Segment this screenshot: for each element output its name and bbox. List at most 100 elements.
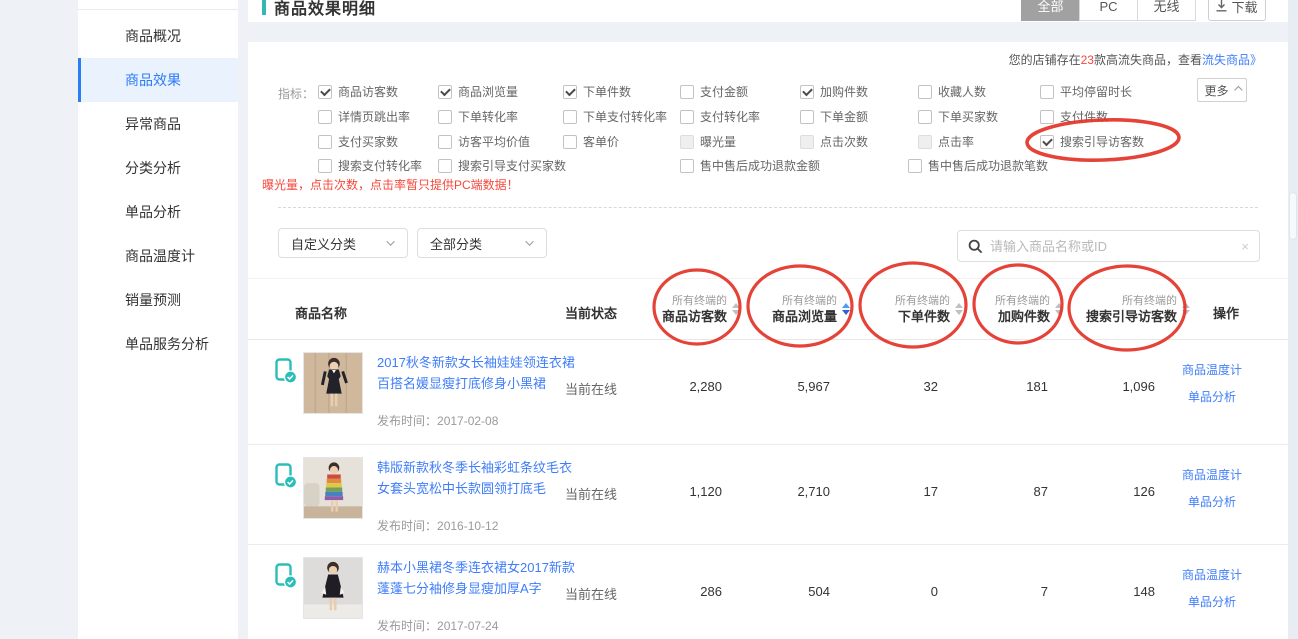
column-header-pageviews[interactable]: 所有终端的商品浏览量 xyxy=(772,293,850,325)
tab-pc[interactable]: PC xyxy=(1079,0,1138,21)
chevron-down-icon xyxy=(525,237,533,245)
metric-checkbox-item[interactable]: 曝光量 xyxy=(680,129,736,154)
product-image[interactable] xyxy=(303,457,363,519)
column-header-visitors[interactable]: 所有终端的商品访客数 xyxy=(662,293,740,325)
checkbox-icon[interactable] xyxy=(563,110,577,124)
metric-checkbox-item[interactable]: 访客平均价值 xyxy=(438,129,530,154)
all-category-select[interactable]: 全部分类 xyxy=(417,228,547,258)
checkbox-icon[interactable] xyxy=(318,110,332,124)
checkbox-icon[interactable] xyxy=(680,135,694,149)
product-image[interactable] xyxy=(303,352,363,414)
metric-checkbox-item[interactable]: 搜索引导支付买家数 xyxy=(438,153,566,178)
sidebar-item-sales-forecast[interactable]: 销量预测 xyxy=(78,278,238,322)
value-visitors: 1,120 xyxy=(632,484,722,499)
publish-date: 发布时间：2017-07-24 xyxy=(377,617,498,634)
sort-arrows-icon[interactable] xyxy=(955,303,963,315)
row-actions: 商品温度计 单品分析 xyxy=(1170,340,1254,405)
sidebar-item-product-effect[interactable]: 商品效果 xyxy=(78,58,238,102)
sidebar-item-product-thermometer[interactable]: 商品温度计 xyxy=(78,234,238,278)
download-button[interactable]: 下载 xyxy=(1208,0,1266,21)
metric-checkbox-item[interactable]: 详情页跳出率 xyxy=(318,104,410,129)
checkbox-icon[interactable] xyxy=(438,135,452,149)
sidebar-item-single-item-analysis[interactable]: 单品分析 xyxy=(78,190,238,234)
metric-checkbox-item[interactable]: 商品访客数 xyxy=(318,79,398,104)
sidebar-item-category-analysis[interactable]: 分类分析 xyxy=(78,146,238,190)
checkbox-icon[interactable] xyxy=(1040,110,1054,124)
table-row: 赫本小黑裙冬季连衣裙女2017新款蓬蓬七分袖修身显瘦加厚A字 发布时间：2017… xyxy=(248,545,1288,639)
checkbox-icon[interactable] xyxy=(918,85,932,99)
scrollbar-track[interactable] xyxy=(1288,0,1298,639)
scrollbar-thumb[interactable] xyxy=(1289,192,1297,240)
checkbox-icon[interactable] xyxy=(680,85,694,99)
checkbox-icon[interactable] xyxy=(438,85,452,99)
publish-date: 发布时间：2017-02-08 xyxy=(377,412,498,429)
tab-all[interactable]: 全部 xyxy=(1021,0,1080,21)
single-item-analysis-link[interactable]: 单品分析 xyxy=(1170,388,1254,405)
checkbox-icon[interactable] xyxy=(1040,135,1054,149)
sort-arrows-icon[interactable] xyxy=(732,303,740,315)
metric-checkbox-item[interactable]: 平均停留时长 xyxy=(1040,79,1132,104)
metric-checkbox-item[interactable]: 加购件数 xyxy=(800,79,868,104)
sort-arrows-icon[interactable] xyxy=(1182,303,1190,315)
metric-checkbox-item[interactable]: 搜索支付转化率 xyxy=(318,153,422,178)
thermometer-link[interactable]: 商品温度计 xyxy=(1170,566,1254,583)
loss-products-link[interactable]: 流失商品》 xyxy=(1202,53,1262,67)
product-title-link[interactable]: 2017秋冬新款女长袖娃娃领连衣裙百搭名媛显瘦打底修身小黑裙 xyxy=(377,352,575,394)
clear-search-icon[interactable]: × xyxy=(1241,239,1249,254)
metric-checkbox-item[interactable]: 收藏人数 xyxy=(918,79,986,104)
column-header-search-guided-visitors[interactable]: 所有终端的搜索引导访客数 xyxy=(1086,293,1190,325)
product-effect-page: { "colors": { "accent_teal": "#35b8b0", … xyxy=(0,0,1298,639)
metric-checkbox-item[interactable]: 商品浏览量 xyxy=(438,79,518,104)
checkbox-icon[interactable] xyxy=(318,159,332,173)
checkbox-icon[interactable] xyxy=(563,135,577,149)
product-title-link[interactable]: 韩版新款秋冬季长袖彩虹条纹毛衣女套头宽松中长款圆领打底毛 xyxy=(377,457,575,499)
checkbox-icon[interactable] xyxy=(680,159,694,173)
metric-checkbox-item[interactable]: 支付件数 xyxy=(1040,104,1108,129)
checkbox-icon[interactable] xyxy=(438,159,452,173)
metric-checkbox-item[interactable]: 支付转化率 xyxy=(680,104,760,129)
checkbox-icon[interactable] xyxy=(908,159,922,173)
metric-checkbox-item[interactable]: 点击率 xyxy=(918,129,974,154)
checkbox-icon[interactable] xyxy=(438,110,452,124)
more-metrics-button[interactable]: 更多 xyxy=(1197,78,1247,102)
checkbox-icon[interactable] xyxy=(563,85,577,99)
product-image[interactable] xyxy=(303,557,363,619)
custom-category-select[interactable]: 自定义分类 xyxy=(278,228,408,258)
checkbox-icon[interactable] xyxy=(318,135,332,149)
checkbox-icon[interactable] xyxy=(918,110,932,124)
checkbox-icon[interactable] xyxy=(918,135,932,149)
checkbox-icon[interactable] xyxy=(800,110,814,124)
checkbox-icon[interactable] xyxy=(1040,85,1054,99)
sidebar: 商品概况 商品效果 异常商品 分类分析 单品分析 商品温度计 销量预测 单品服务… xyxy=(78,0,238,639)
metric-checkbox-item[interactable]: 售中售后成功退款笔数 xyxy=(908,153,1048,178)
metric-checkbox-item[interactable]: 支付买家数 xyxy=(318,129,398,154)
metric-checkbox-item[interactable]: 下单件数 xyxy=(563,79,631,104)
metric-checkbox-item[interactable]: 客单价 xyxy=(563,129,619,154)
metric-checkbox-item-search-guided-visitors[interactable]: 搜索引导访客数 xyxy=(1040,129,1144,154)
sidebar-item-abnormal-products[interactable]: 异常商品 xyxy=(78,102,238,146)
single-item-analysis-link[interactable]: 单品分析 xyxy=(1170,593,1254,610)
metric-checkbox-item[interactable]: 支付金额 xyxy=(680,79,748,104)
single-item-analysis-link[interactable]: 单品分析 xyxy=(1170,493,1254,510)
sidebar-item-single-item-service-analysis[interactable]: 单品服务分析 xyxy=(78,322,238,366)
product-title-link[interactable]: 赫本小黑裙冬季连衣裙女2017新款蓬蓬七分袖修身显瘦加厚A字 xyxy=(377,557,575,599)
checkbox-icon[interactable] xyxy=(800,85,814,99)
metric-checkbox-item[interactable]: 售中售后成功退款金额 xyxy=(680,153,820,178)
column-header-add-to-cart[interactable]: 所有终端的加购件数 xyxy=(995,293,1063,325)
metric-checkbox-item[interactable]: 下单金额 xyxy=(800,104,868,129)
metric-checkbox-item[interactable]: 下单买家数 xyxy=(918,104,998,129)
metric-checkbox-item[interactable]: 下单转化率 xyxy=(438,104,518,129)
thermometer-link[interactable]: 商品温度计 xyxy=(1170,466,1254,483)
metric-checkbox-item[interactable]: 点击次数 xyxy=(800,129,868,154)
checkbox-icon[interactable] xyxy=(680,110,694,124)
sort-arrows-icon[interactable] xyxy=(842,303,850,315)
sort-arrows-icon[interactable] xyxy=(1055,303,1063,315)
metric-checkbox-item[interactable]: 下单支付转化率 xyxy=(563,104,667,129)
tab-wireless[interactable]: 无线 xyxy=(1137,0,1196,21)
checkbox-icon[interactable] xyxy=(800,135,814,149)
column-header-orders[interactable]: 所有终端的下单件数 xyxy=(895,293,963,325)
sidebar-item-product-overview[interactable]: 商品概况 xyxy=(78,14,238,58)
search-input[interactable] xyxy=(990,239,1234,254)
checkbox-icon[interactable] xyxy=(318,85,332,99)
thermometer-link[interactable]: 商品温度计 xyxy=(1170,361,1254,378)
